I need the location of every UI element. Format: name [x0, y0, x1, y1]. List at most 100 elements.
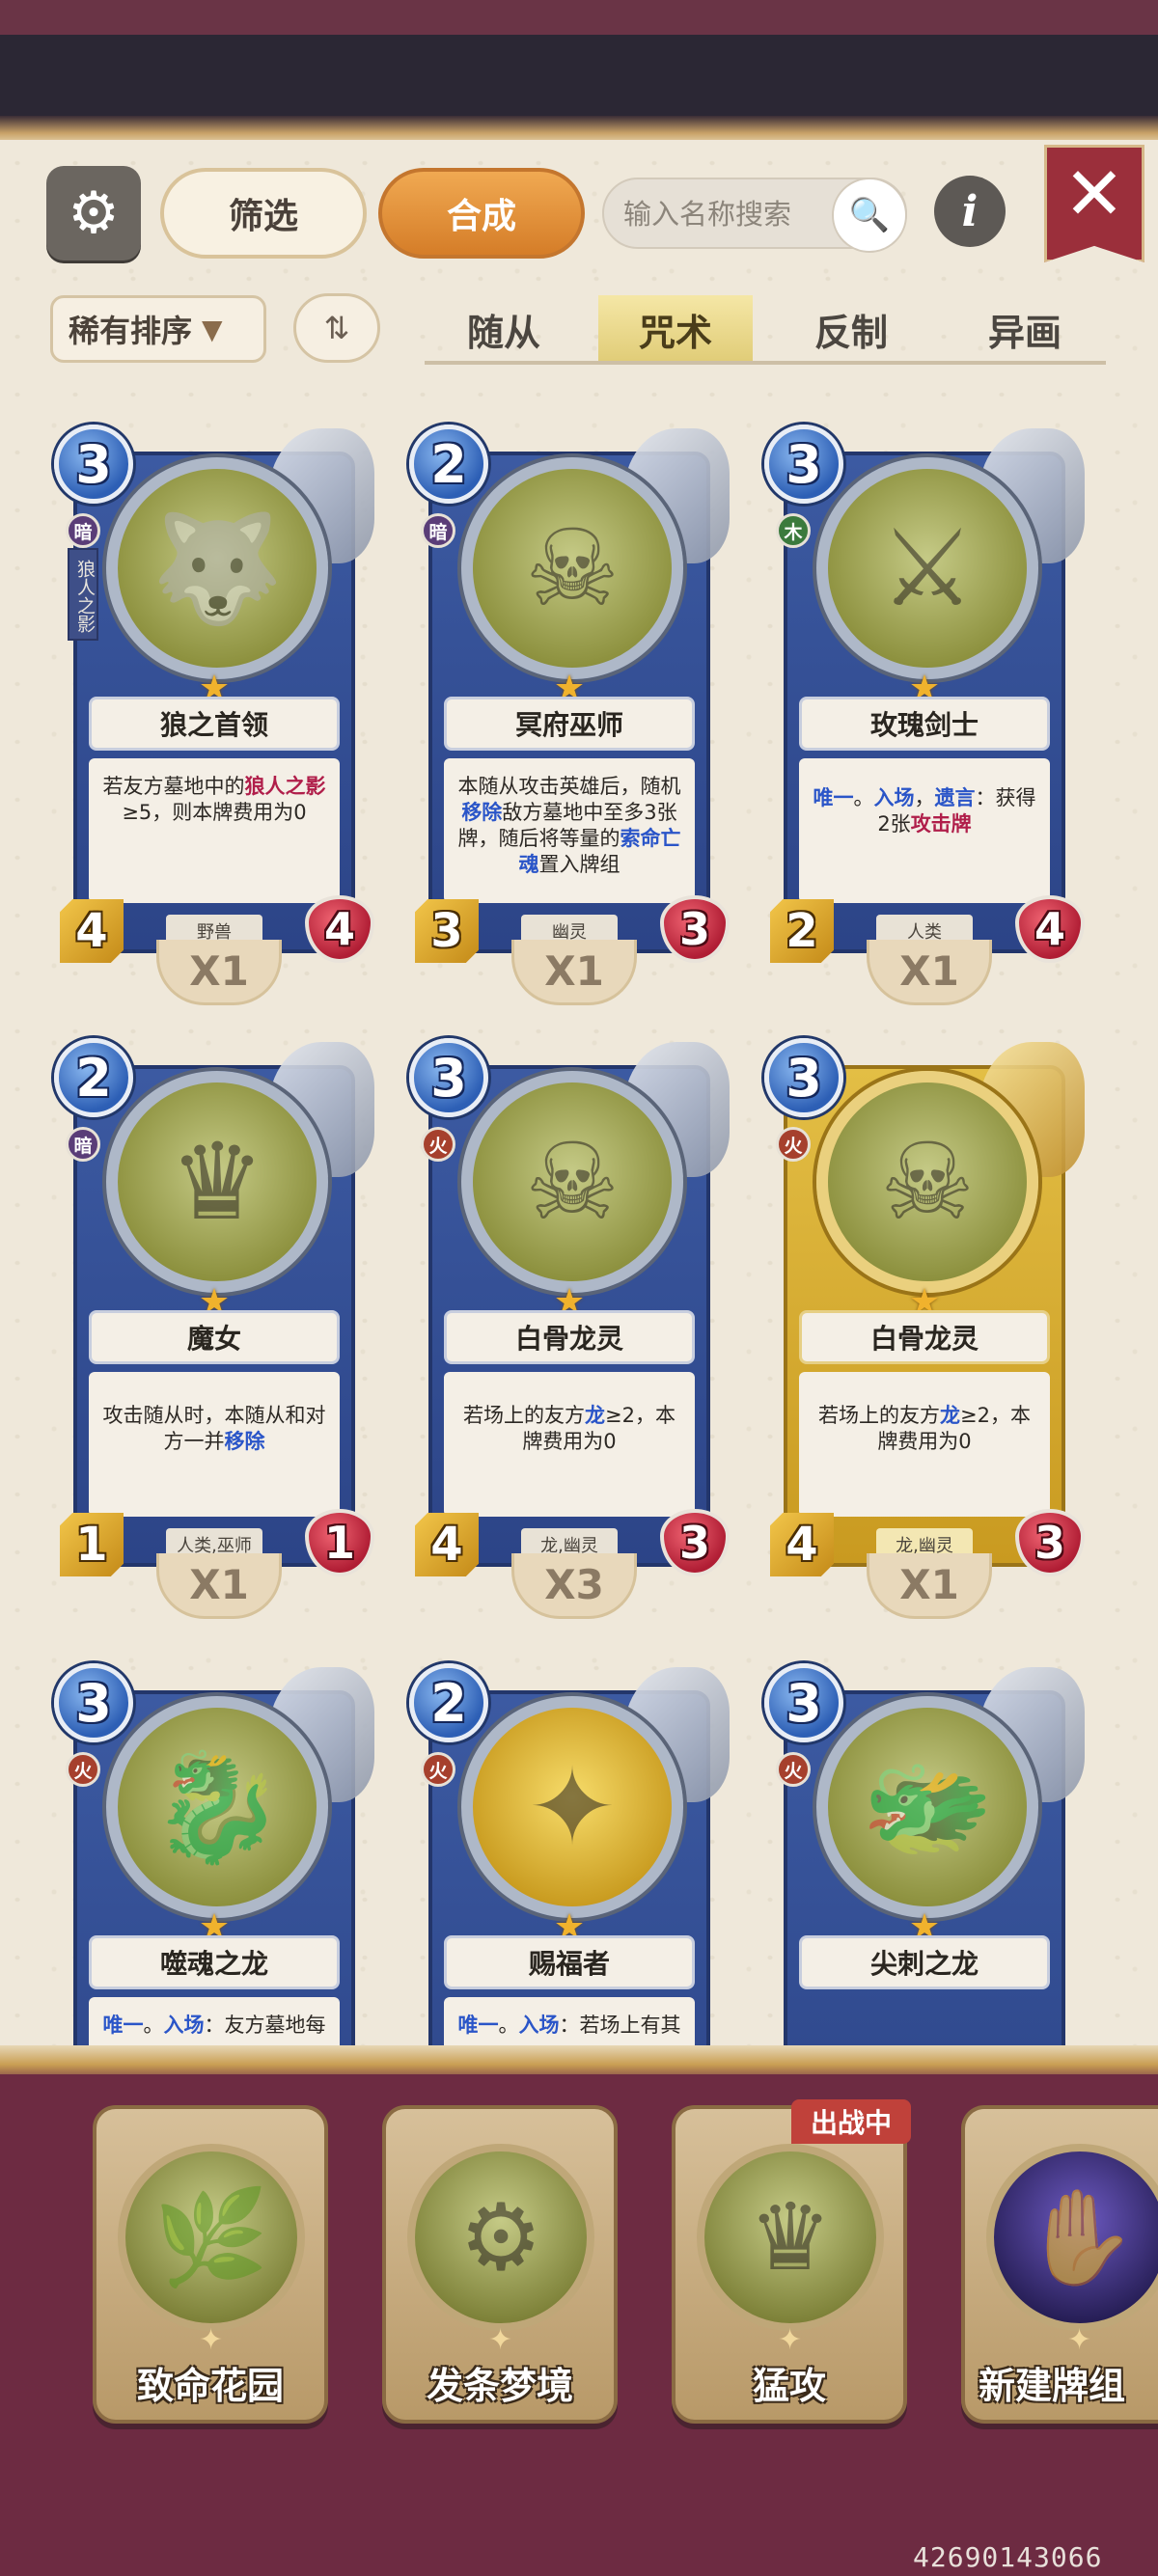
watermark: 42690143066	[913, 2541, 1103, 2573]
keyword: 攻击牌	[910, 812, 972, 836]
card-art: ⚔	[816, 457, 1038, 679]
deck-deadly-garden[interactable]: 🌿 ✦ 致命花园	[93, 2105, 328, 2424]
card-description: 攻击随从时，本随从和对方一并移除	[89, 1372, 340, 1517]
card-bookmark: 狼人之影	[68, 548, 98, 641]
search-input[interactable]	[623, 193, 855, 235]
keyword: 唯一	[457, 2014, 499, 2037]
card-bone-dragon[interactable]: ☠ 3 火 ★ 白骨龙灵 若场上的友方龙≥2，本牌费用为0 龙,幽灵 4 3	[409, 1038, 730, 1578]
desc-text: 若场上的友方	[818, 1404, 941, 1427]
in-battle-badge: 出战中	[791, 2099, 911, 2144]
keyword: 唯一	[102, 2014, 144, 2037]
keyword: 移除	[224, 1430, 265, 1453]
mana-cost: 2	[409, 1663, 488, 1742]
tab-counter[interactable]: 反制	[774, 295, 928, 363]
mana-cost: 3	[764, 1038, 843, 1117]
mana-cost: 3	[764, 425, 843, 504]
keyword: 唯一	[813, 786, 854, 809]
card-art: 🐉	[106, 1696, 328, 1918]
attack-value: 4	[770, 1513, 834, 1576]
card-name: 白骨龙灵	[799, 1310, 1050, 1364]
filter-button[interactable]: 筛选	[160, 168, 367, 259]
card-underworld-wizard[interactable]: ☠ 2 暗 ★ 冥府巫师 本随从攻击英雄后，随机移除敌方墓地中至多3张牌，随后将…	[409, 425, 730, 965]
compose-button[interactable]: 合成	[378, 168, 585, 259]
keyword: 狼人之影	[244, 775, 326, 798]
sort-label: 稀有排序	[69, 313, 193, 349]
faction-badge: 火	[66, 1752, 100, 1787]
card-art: ☠	[461, 1071, 683, 1293]
deck-name: 猛攻	[752, 2365, 826, 2407]
card-art: ♛	[106, 1071, 328, 1293]
sword-art-icon: ⚔	[879, 507, 976, 630]
deck-clockwork-dream[interactable]: ⚙ ✦ 发条梦境	[382, 2105, 618, 2424]
desc-text: ：若场上有其	[559, 2014, 681, 2037]
mana-cost: 3	[764, 1663, 843, 1742]
deck-name: 致命花园	[136, 2365, 284, 2407]
mana-cost: 2	[409, 425, 488, 504]
card-name: 狼之首领	[89, 697, 340, 751]
desc-text: ≥5，则本牌费用为0	[122, 801, 307, 824]
deck-portrait: ✋	[986, 2144, 1158, 2331]
dragon-art-icon: 🐉	[151, 1744, 284, 1869]
star-icon: ✦	[488, 2323, 513, 2357]
keyword: 入场	[163, 2014, 205, 2037]
desc-text: 。	[143, 2014, 164, 2037]
card-description: 本随从攻击英雄后，随机移除敌方墓地中至多3张牌，随后将等量的索命亡魂置入牌组	[444, 758, 695, 903]
gear-art-icon: ⚙	[458, 2183, 543, 2291]
mana-cost: 3	[54, 1663, 133, 1742]
card-description: 若场上的友方龙≥2，本牌费用为0	[444, 1372, 695, 1517]
card-art: ✦	[461, 1696, 683, 1918]
info-button[interactable]: i	[934, 176, 1006, 247]
deck-portrait: ♛	[697, 2144, 884, 2331]
card-description: 若友方墓地中的狼人之影 ≥5，则本牌费用为0	[89, 758, 340, 903]
card-name: 冥府巫师	[444, 697, 695, 751]
leaf-icon: 🌿	[153, 2182, 269, 2291]
close-button[interactable]: ✕	[1044, 145, 1144, 262]
card-art: 🐲	[816, 1696, 1038, 1918]
tab-spell[interactable]: 咒术	[598, 295, 753, 363]
deck-portrait: ⚙	[407, 2144, 594, 2331]
card-witch[interactable]: ♛ 2 暗 ★ 魔女 攻击随从时，本随从和对方一并移除 人类,巫师 1 1	[54, 1038, 374, 1578]
card-art: ☠	[816, 1071, 1038, 1293]
blesser-art-icon: ✦	[527, 1745, 618, 1869]
sort-order-button[interactable]: ⇅	[293, 293, 380, 363]
skull-art-icon: ☠	[879, 1120, 976, 1244]
crown-icon: ♛	[748, 2183, 833, 2291]
faction-badge: 暗	[66, 513, 100, 548]
deck-new[interactable]: ✋ ✦ 新建牌组	[961, 2105, 1158, 2424]
attack-value: 3	[415, 899, 479, 963]
desc-text: 若场上的友方	[463, 1404, 586, 1427]
tab-minion[interactable]: 随从	[427, 295, 581, 363]
tab-alt-art[interactable]: 异画	[948, 295, 1102, 363]
attack-value: 4	[415, 1513, 479, 1576]
desc-text: 攻击随从时，本随从和对方一并	[102, 1404, 326, 1453]
keyword: 移除	[461, 801, 503, 824]
desc-text: 本随从攻击英雄后，随机	[457, 775, 681, 798]
desc-text: 置入牌组	[538, 853, 620, 876]
card-rose-swordsman[interactable]: ⚔ 3 木 ★ 玫瑰剑士 唯一。入场，遗言：获得2张攻击牌 人类 2 4	[764, 425, 1085, 965]
faction-badge: 火	[776, 1752, 811, 1787]
desc-text: ，	[914, 786, 935, 809]
search-button[interactable]: 🔍	[832, 178, 907, 253]
faction-badge: 木	[776, 513, 811, 548]
faction-badge: 火	[776, 1127, 811, 1162]
card-name: 尖刺之龙	[799, 1935, 1050, 1989]
tab-underline	[425, 361, 1106, 365]
card-wolf-leader[interactable]: 🐺 3 暗 狼人之影 ★ 狼之首领 若友方墓地中的狼人之影≥5，则本牌费用为0 …	[54, 425, 374, 965]
faction-badge: 火	[421, 1127, 455, 1162]
mana-cost: 3	[409, 1038, 488, 1117]
settings-button[interactable]: ⚙	[46, 166, 141, 260]
card-bone-dragon-golden[interactable]: ☠ 3 火 ★ 白骨龙灵 若场上的友方龙≥2，本牌费用为0 龙,幽灵 4 3	[764, 1038, 1085, 1578]
keyword: 龙	[940, 1404, 961, 1427]
sort-dropdown[interactable]: 稀有排序 ▼	[50, 295, 266, 363]
card-description: 若场上的友方龙≥2，本牌费用为0	[799, 1372, 1050, 1517]
card-name: 白骨龙灵	[444, 1310, 695, 1364]
attack-value: 2	[770, 899, 834, 963]
deck-portrait: 🌿	[118, 2144, 305, 2331]
card-art: 🐺	[106, 457, 328, 679]
card-name: 魔女	[89, 1310, 340, 1364]
desc-text: 若友方墓地中的	[102, 775, 245, 798]
witch-art-icon: ♛	[169, 1120, 265, 1244]
attack-value: 4	[60, 899, 124, 963]
deck-onslaught[interactable]: ♛ ✦ 猛攻	[672, 2105, 907, 2424]
faction-badge: 暗	[421, 513, 455, 548]
